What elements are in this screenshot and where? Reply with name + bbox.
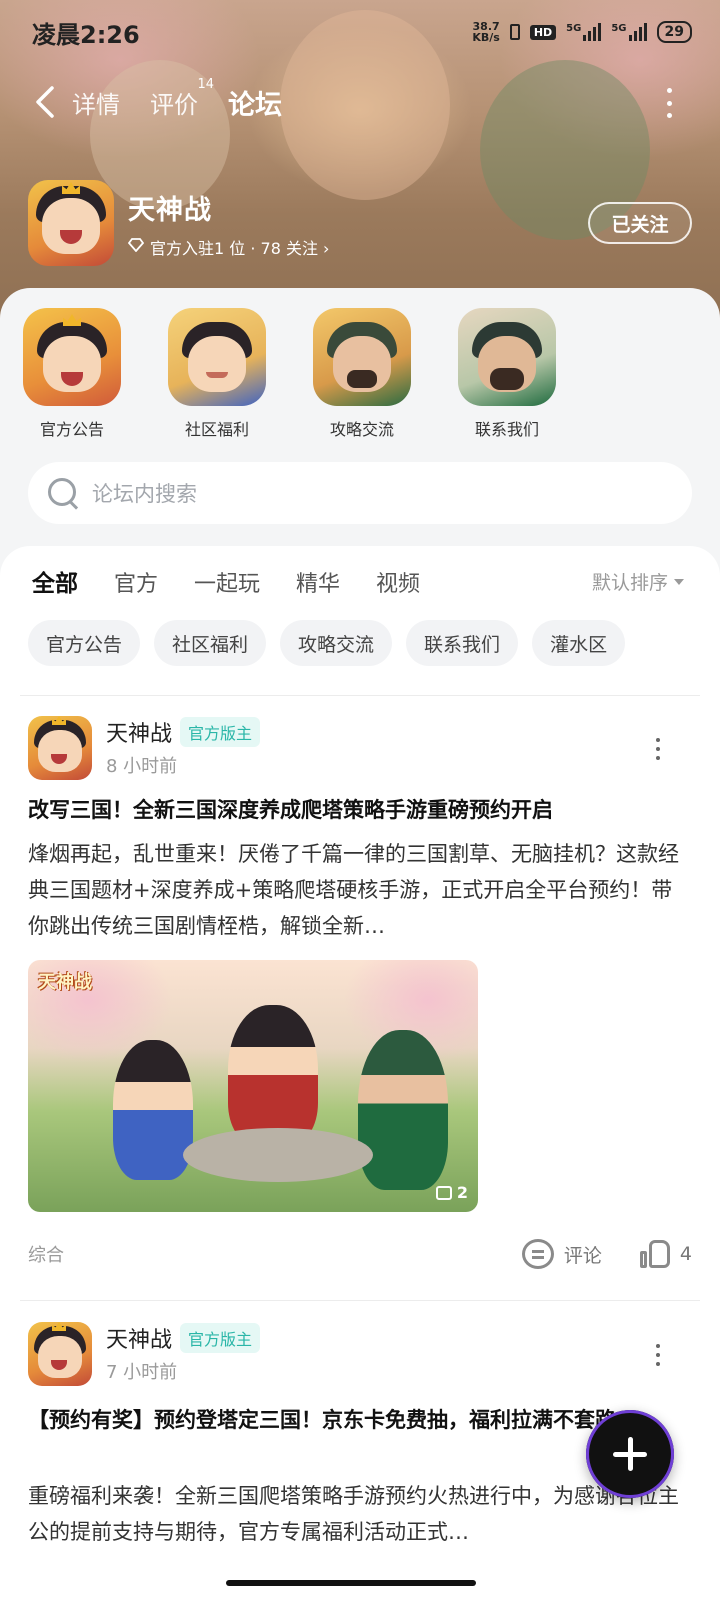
section-community-benefits[interactable]: 社区福利 (167, 308, 267, 440)
chip-community-benefits[interactable]: 社区福利 (154, 620, 267, 666)
post-time: 7 小时前 (106, 1362, 178, 1383)
battery-indicator: 29 (656, 21, 692, 43)
vibrate-icon (509, 24, 520, 40)
section-contact-us[interactable]: 联系我们 (457, 308, 557, 440)
home-indicator[interactable] (226, 1580, 476, 1586)
signal-5g-icon: 5G (566, 23, 602, 41)
diamond-icon (127, 237, 145, 256)
hero-header: 凌晨2:26 38.7 KB/s HD 5G 5G 29 详情 评价14 论坛 (0, 0, 720, 330)
category-chips: 官方公告 社区福利 攻略交流 联系我们 灌水区 (28, 620, 626, 666)
post-body[interactable]: 重磅福利来袭！全新三国爬塔策略手游预约火热进行中，为感谢各位主公的提前支持与期待… (28, 1478, 692, 1550)
image-character (358, 1030, 448, 1190)
feed-tab-featured[interactable]: 精华 (296, 566, 340, 598)
divider (20, 1300, 700, 1301)
network-speed: 38.7 KB/s (472, 20, 500, 44)
follow-button[interactable]: 已关注 (588, 202, 692, 244)
post-card[interactable]: 天神战 官方版主 8 小时前 改写三国！全新三国深度养成爬塔策略手游重磅预约开启… (0, 716, 720, 1276)
reviews-count-badge: 14 (197, 76, 214, 92)
feed-filter-tabs: 全部 官方 一起玩 精华 视频 (32, 564, 420, 602)
avatar[interactable] (28, 1322, 92, 1386)
top-nav: 详情 评价 14 论坛 (0, 72, 720, 132)
divider (20, 695, 700, 696)
chip-official-notice[interactable]: 官方公告 (28, 620, 141, 666)
more-vertical-icon[interactable] (654, 1344, 662, 1366)
like-button[interactable]: 4 (639, 1240, 692, 1268)
section-label: 社区福利 (184, 420, 249, 439)
feed-tab-video[interactable]: 视频 (376, 566, 420, 598)
post-time: 8 小时前 (106, 756, 178, 777)
chip-strategy[interactable]: 攻略交流 (280, 620, 393, 666)
image-stack-icon (435, 1185, 452, 1200)
section-official-notice[interactable]: 官方公告 (22, 308, 122, 440)
feed-tab-all[interactable]: 全部 (32, 564, 78, 602)
image-feast-table (183, 1128, 373, 1182)
avatar[interactable] (28, 716, 92, 780)
status-bar: 凌晨2:26 38.7 KB/s HD 5G 5G 29 (0, 0, 720, 64)
feed-tab-play-together[interactable]: 一起玩 (194, 566, 260, 598)
chip-chat[interactable]: 灌水区 (532, 620, 626, 666)
caret-down-icon (674, 578, 684, 585)
section-avatar (168, 308, 266, 406)
moderator-badge: 官方版主 (180, 1323, 261, 1353)
tab-details[interactable]: 详情 (72, 85, 120, 120)
comment-button[interactable]: 评论 (521, 1239, 602, 1269)
image-character (228, 1005, 318, 1145)
section-label: 联系我们 (474, 420, 539, 439)
status-time: 凌晨2:26 (32, 20, 140, 49)
comment-icon (521, 1239, 554, 1269)
search-icon (46, 476, 80, 510)
more-vertical-icon[interactable] (654, 738, 662, 760)
tab-forum[interactable]: 论坛 (228, 83, 282, 124)
forum-sections: 官方公告 社区福利 攻略交流 联系我们 (22, 308, 557, 440)
post-body[interactable]: 烽烟再起，乱世重来！厌倦了千篇一律的三国割草、无脑挂机？这款经典三国题材+深度养… (28, 836, 692, 944)
signal-5g-icon-2: 5G (611, 23, 647, 41)
feed-tab-official[interactable]: 官方 (114, 566, 158, 598)
post-header: 天神战 官方版主 7 小时前 (28, 1322, 261, 1386)
moderator-badge: 官方版主 (180, 717, 261, 747)
post-header: 天神战 官方版主 8 小时前 (28, 716, 261, 780)
sort-dropdown[interactable]: 默认排序 (592, 568, 684, 595)
search-input[interactable]: 论坛内搜索 (28, 462, 692, 524)
game-meta[interactable]: 官方入驻1 位 · 78 关注 › (127, 235, 329, 259)
thumbs-up-icon (639, 1240, 670, 1268)
image-character (113, 1040, 193, 1180)
create-post-button[interactable] (586, 1410, 674, 1498)
post-title[interactable]: 改写三国！全新三国深度养成爬塔策略手游重磅预约开启 (28, 794, 692, 826)
status-indicators: 38.7 KB/s HD 5G 5G 29 (472, 21, 692, 43)
image-count: 2 (435, 1183, 468, 1202)
section-avatar (458, 308, 556, 406)
section-avatar (313, 308, 411, 406)
post-tag[interactable]: 综合 (28, 1241, 64, 1267)
more-vertical-icon[interactable] (662, 88, 676, 118)
game-info: 天神战 官方入驻1 位 · 78 关注 › (127, 188, 329, 259)
game-info-row: 天神战 官方入驻1 位 · 78 关注 › 已关注 (28, 180, 692, 266)
section-avatar (23, 308, 121, 406)
search-placeholder: 论坛内搜索 (92, 482, 197, 506)
section-label: 官方公告 (39, 420, 104, 439)
chip-contact-us[interactable]: 联系我们 (406, 620, 519, 666)
post-image[interactable]: 天神战 2 (28, 960, 478, 1212)
post-footer: 综合 评论 4 (28, 1236, 692, 1272)
plus-icon (613, 1437, 647, 1471)
image-game-logo: 天神战 (38, 972, 92, 993)
post-author[interactable]: 天神战 (106, 716, 172, 748)
post-author[interactable]: 天神战 (106, 1322, 172, 1354)
section-label: 攻略交流 (329, 420, 394, 439)
section-strategy[interactable]: 攻略交流 (312, 308, 412, 440)
game-avatar[interactable] (28, 180, 114, 266)
game-name: 天神战 (128, 194, 212, 226)
tab-reviews[interactable]: 评价 14 (150, 77, 214, 120)
hd-voice-icon: HD (529, 24, 557, 40)
back-arrow-icon[interactable] (30, 82, 60, 122)
